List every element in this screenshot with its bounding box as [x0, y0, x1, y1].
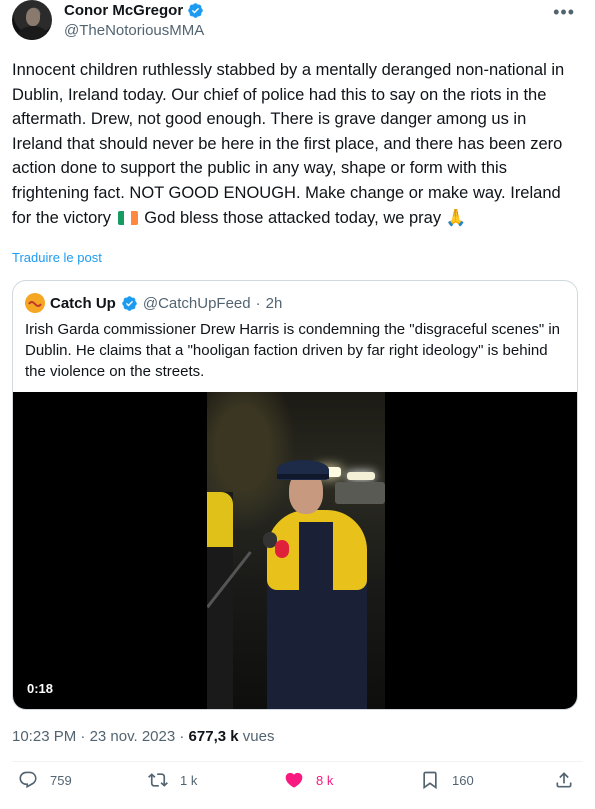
quote-time[interactable]: 2h: [266, 295, 283, 312]
translate-post-link[interactable]: Traduire le post: [12, 250, 102, 265]
video-timestamp: 0:18: [27, 681, 54, 696]
post-text: Innocent children ruthlessly stabbed by …: [12, 58, 577, 230]
quote-verified-badge-icon: [122, 295, 137, 311]
repost-icon: [148, 773, 168, 787]
views-count: 677,3 k: [188, 728, 239, 745]
post-meta: 10:23 PM · 23 nov. 2023 · 677,3 k vues: [12, 728, 274, 745]
heart-icon: [285, 772, 303, 788]
share-icon: [556, 772, 572, 788]
action-bar: 759 1 k 8 k 160: [0, 770, 595, 802]
author-name[interactable]: Conor McGregor: [64, 2, 183, 19]
reply-icon: [19, 771, 37, 789]
quoted-post[interactable]: Catch Up @CatchUpFeed · 2h Irish Garda c…: [12, 280, 578, 710]
avatar-face: [26, 8, 40, 26]
quote-author-handle[interactable]: @CatchUpFeed: [143, 295, 251, 312]
repost-button[interactable]: 1 k: [148, 770, 197, 790]
author-name-row: Conor McGregor: [64, 2, 204, 19]
ireland-flag-icon: [117, 210, 138, 225]
catchup-avatar-icon[interactable]: [25, 293, 45, 313]
reply-button[interactable]: 759: [18, 770, 72, 790]
share-button[interactable]: [554, 770, 574, 790]
reply-count: 759: [50, 772, 72, 788]
post-text-end: God bless those attacked today, we pray: [144, 208, 442, 227]
like-count: 8 k: [316, 772, 334, 788]
video-player[interactable]: 0:18: [13, 392, 577, 709]
quote-header: Catch Up @CatchUpFeed · 2h: [25, 293, 282, 313]
views-label: vues: [242, 728, 275, 745]
meta-separator: ·: [80, 728, 86, 745]
bookmark-icon: [423, 771, 437, 790]
bookmark-button[interactable]: 160: [420, 770, 474, 790]
bookmark-count: 160: [452, 772, 474, 788]
author-avatar[interactable]: [12, 0, 52, 40]
divider: [12, 761, 583, 762]
post-date[interactable]: 23 nov. 2023: [90, 728, 176, 745]
quote-text: Irish Garda commissioner Drew Harris is …: [25, 321, 561, 380]
post-text-main: Innocent children ruthlessly stabbed by …: [12, 61, 565, 227]
more-options-icon[interactable]: •••: [553, 2, 575, 23]
meta-separator-2: ·: [179, 728, 185, 745]
video-frame: [207, 392, 385, 709]
like-button[interactable]: 8 k: [284, 770, 333, 790]
verified-badge-icon: [188, 3, 203, 18]
quote-separator: ·: [255, 294, 261, 312]
post: Conor McGregor @TheNotoriousMMA ••• Inno…: [0, 0, 595, 809]
avatar-body: [18, 26, 48, 40]
repost-count: 1 k: [180, 772, 198, 788]
pray-emoji: 🙏: [445, 208, 467, 227]
quote-author-name[interactable]: Catch Up: [50, 295, 116, 312]
post-time[interactable]: 10:23 PM: [12, 728, 76, 745]
author-handle[interactable]: @TheNotoriousMMA: [64, 22, 204, 39]
